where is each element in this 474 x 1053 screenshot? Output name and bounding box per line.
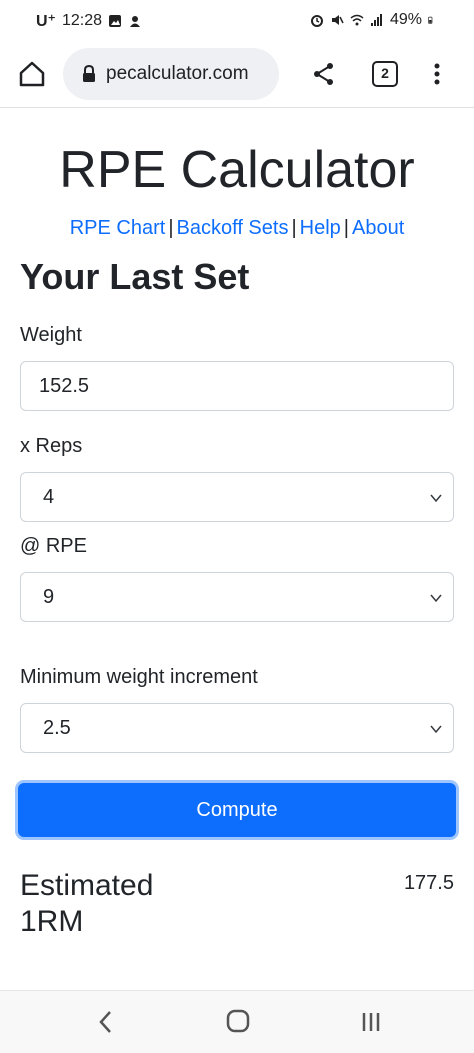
browser-toolbar: pecalculator.com 2 (0, 42, 474, 108)
system-nav-bar (0, 990, 474, 1053)
compute-button[interactable]: Compute (18, 783, 456, 837)
chevron-down-icon (430, 594, 442, 603)
status-left: U⁺ 12:28 (36, 11, 142, 31)
gallery-icon (109, 15, 122, 27)
result-value: 177.5 (403, 872, 454, 894)
backoff-sets-link[interactable]: Backoff Sets (177, 217, 289, 239)
chevron-down-icon (430, 725, 442, 734)
rpe-select-value: 9 (43, 586, 55, 608)
signal-icon (370, 14, 382, 26)
about-link[interactable]: About (352, 217, 404, 239)
nav-separator: | (291, 217, 297, 239)
page-title: RPE Calculator (59, 141, 415, 199)
carrier-label: U⁺ (36, 13, 56, 30)
address-bar[interactable]: pecalculator.com (63, 48, 279, 100)
increment-select-value: 2.5 (43, 717, 71, 739)
recent-apps-icon[interactable] (360, 1011, 382, 1033)
reps-label: x Reps (20, 435, 83, 457)
nav-separator: | (168, 217, 174, 239)
more-menu-icon[interactable] (430, 62, 444, 86)
url-text: pecalculator.com (106, 63, 249, 84)
rpe-chart-link[interactable]: RPE Chart (70, 217, 166, 239)
home-nav-icon[interactable] (226, 1009, 250, 1033)
result-label: Estimated 1RM (20, 869, 154, 938)
back-icon[interactable] (96, 1009, 116, 1035)
notification-icon (130, 16, 141, 27)
mute-icon (331, 15, 344, 25)
battery-icon (428, 16, 433, 24)
weight-label: Weight (20, 324, 82, 346)
weight-input[interactable]: 152.5 (20, 361, 454, 411)
reps-select[interactable]: 4 (20, 472, 454, 522)
wifi-icon (350, 14, 364, 26)
nav-separator: | (343, 217, 349, 239)
reps-select-value: 4 (43, 486, 55, 508)
battery-percent: 49% (389, 11, 422, 28)
status-right: 49% (310, 11, 436, 29)
chevron-down-icon (430, 494, 442, 503)
tab-switcher-button[interactable]: 2 (372, 61, 398, 87)
lock-icon (83, 65, 95, 82)
alarm-icon (310, 15, 323, 27)
status-time: 12:28 (62, 12, 103, 29)
nav-links: RPE Chart | Backoff Sets | Help | About (0, 217, 474, 240)
home-icon[interactable] (18, 60, 46, 88)
share-icon[interactable] (312, 62, 336, 86)
rpe-select[interactable]: 9 (20, 572, 454, 622)
increment-label: Minimum weight increment (20, 666, 258, 688)
help-link[interactable]: Help (300, 217, 341, 239)
rpe-label: @ RPE (20, 535, 87, 557)
status-bar: U⁺ 12:28 49% (0, 0, 474, 42)
section-title: Your Last Set (20, 256, 250, 297)
increment-select[interactable]: 2.5 (20, 703, 454, 753)
